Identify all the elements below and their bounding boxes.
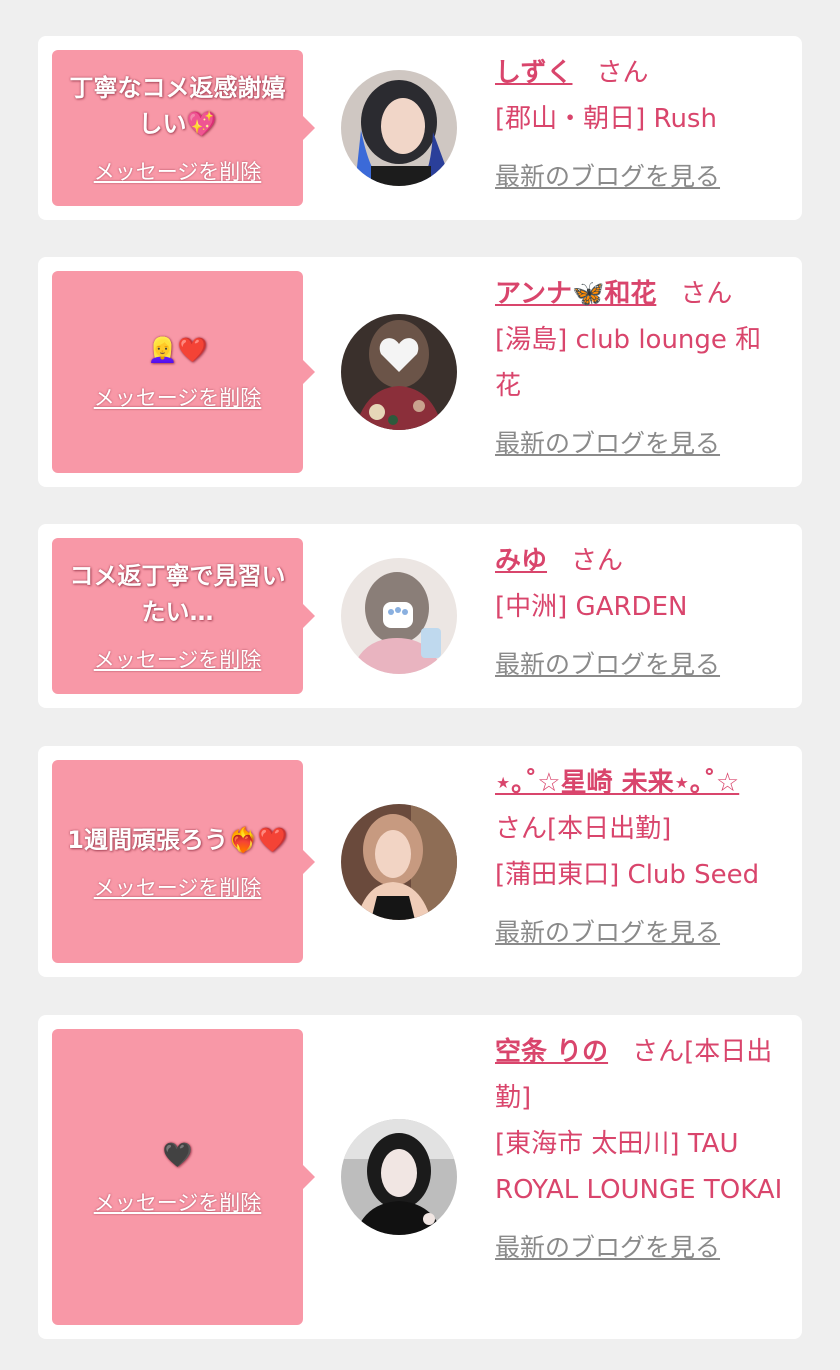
cast-name-link[interactable]: ⋆｡˚☆星崎 未来⋆｡˚☆	[495, 768, 739, 798]
message-bubble: コメ返丁寧で見習いたい… メッセージを削除	[52, 538, 315, 694]
cast-name-link[interactable]: アンナ🦋和花	[495, 279, 656, 309]
message-card: 丁寧なコメ返感謝嬉しい💖 メッセージを削除 しずく さん [郡山・朝日] Rush…	[38, 36, 802, 220]
honorific: さん	[680, 279, 733, 309]
latest-blog-link[interactable]: 最新のブログを見る	[495, 910, 785, 956]
cast-info: みゆ さん [中洲] GARDEN 最新のブログを見る	[495, 538, 785, 688]
avatar[interactable]	[341, 70, 457, 186]
cast-info: しずく さん [郡山・朝日] Rush 最新のブログを見る	[495, 50, 785, 200]
latest-blog-link[interactable]: 最新のブログを見る	[495, 1225, 785, 1271]
message-card: 1週間頑張ろう❤️‍🔥❤️ メッセージを削除 ⋆｡˚☆星崎 未来⋆｡˚☆ さん[…	[38, 746, 802, 977]
cast-info: 空条 りの さん[本日出勤] [東海市 太田川] TAU ROYAL LOUNGE…	[495, 1029, 785, 1271]
honorific: さん[本日出勤]	[495, 814, 672, 844]
message-text: 🖤	[162, 1141, 193, 1169]
shop-info: [東海市 太田川] TAU ROYAL LOUNGE TOKAI	[495, 1129, 783, 1205]
message-card: コメ返丁寧で見習いたい… メッセージを削除 みゆ さん [中洲] GARDEN 最…	[38, 524, 802, 708]
message-text: コメ返丁寧で見習いたい…	[69, 562, 286, 626]
cast-name-link[interactable]: 空条 りの	[495, 1037, 608, 1067]
message-text: 👱‍♀️❤️	[147, 336, 208, 364]
shop-info: [中洲] GARDEN	[495, 592, 688, 622]
shop-info: [蒲田東口] Club Seed	[495, 860, 760, 890]
avatar[interactable]	[341, 558, 457, 674]
delete-message-link[interactable]: メッセージを削除	[94, 156, 262, 186]
shop-info: [湯島] club lounge 和花	[495, 325, 762, 401]
honorific: さん	[596, 58, 649, 88]
honorific: さん	[571, 546, 624, 576]
latest-blog-link[interactable]: 最新のブログを見る	[495, 421, 785, 467]
shop-info: [郡山・朝日] Rush	[495, 104, 717, 134]
message-text: 丁寧なコメ返感謝嬉しい💖	[69, 74, 286, 138]
delete-message-link[interactable]: メッセージを削除	[94, 644, 262, 674]
message-bubble: 🖤 メッセージを削除	[52, 1029, 315, 1325]
message-card: 👱‍♀️❤️ メッセージを削除 アンナ🦋和花 さん [湯島] club loung…	[38, 257, 802, 487]
message-card: 🖤 メッセージを削除 空条 りの さん[本日出勤] [東海市 太田川] TAU R…	[38, 1015, 802, 1339]
message-text: 1週間頑張ろう❤️‍🔥❤️	[67, 825, 288, 854]
avatar[interactable]	[341, 1119, 457, 1235]
message-bubble: 👱‍♀️❤️ メッセージを削除	[52, 271, 315, 473]
cast-info: ⋆｡˚☆星崎 未来⋆｡˚☆ さん[本日出勤] [蒲田東口] Club Seed …	[495, 760, 785, 956]
avatar[interactable]	[341, 804, 457, 920]
latest-blog-link[interactable]: 最新のブログを見る	[495, 154, 785, 200]
delete-message-link[interactable]: メッセージを削除	[94, 382, 262, 412]
delete-message-link[interactable]: メッセージを削除	[94, 872, 262, 902]
avatar[interactable]	[341, 314, 457, 430]
delete-message-link[interactable]: メッセージを削除	[94, 1187, 262, 1217]
cast-name-link[interactable]: しずく	[495, 58, 572, 88]
cast-info: アンナ🦋和花 さん [湯島] club lounge 和花 最新のブログを見る	[495, 271, 785, 467]
message-bubble: 丁寧なコメ返感謝嬉しい💖 メッセージを削除	[52, 50, 315, 206]
latest-blog-link[interactable]: 最新のブログを見る	[495, 642, 785, 688]
message-bubble: 1週間頑張ろう❤️‍🔥❤️ メッセージを削除	[52, 760, 315, 963]
cast-name-link[interactable]: みゆ	[495, 546, 547, 576]
